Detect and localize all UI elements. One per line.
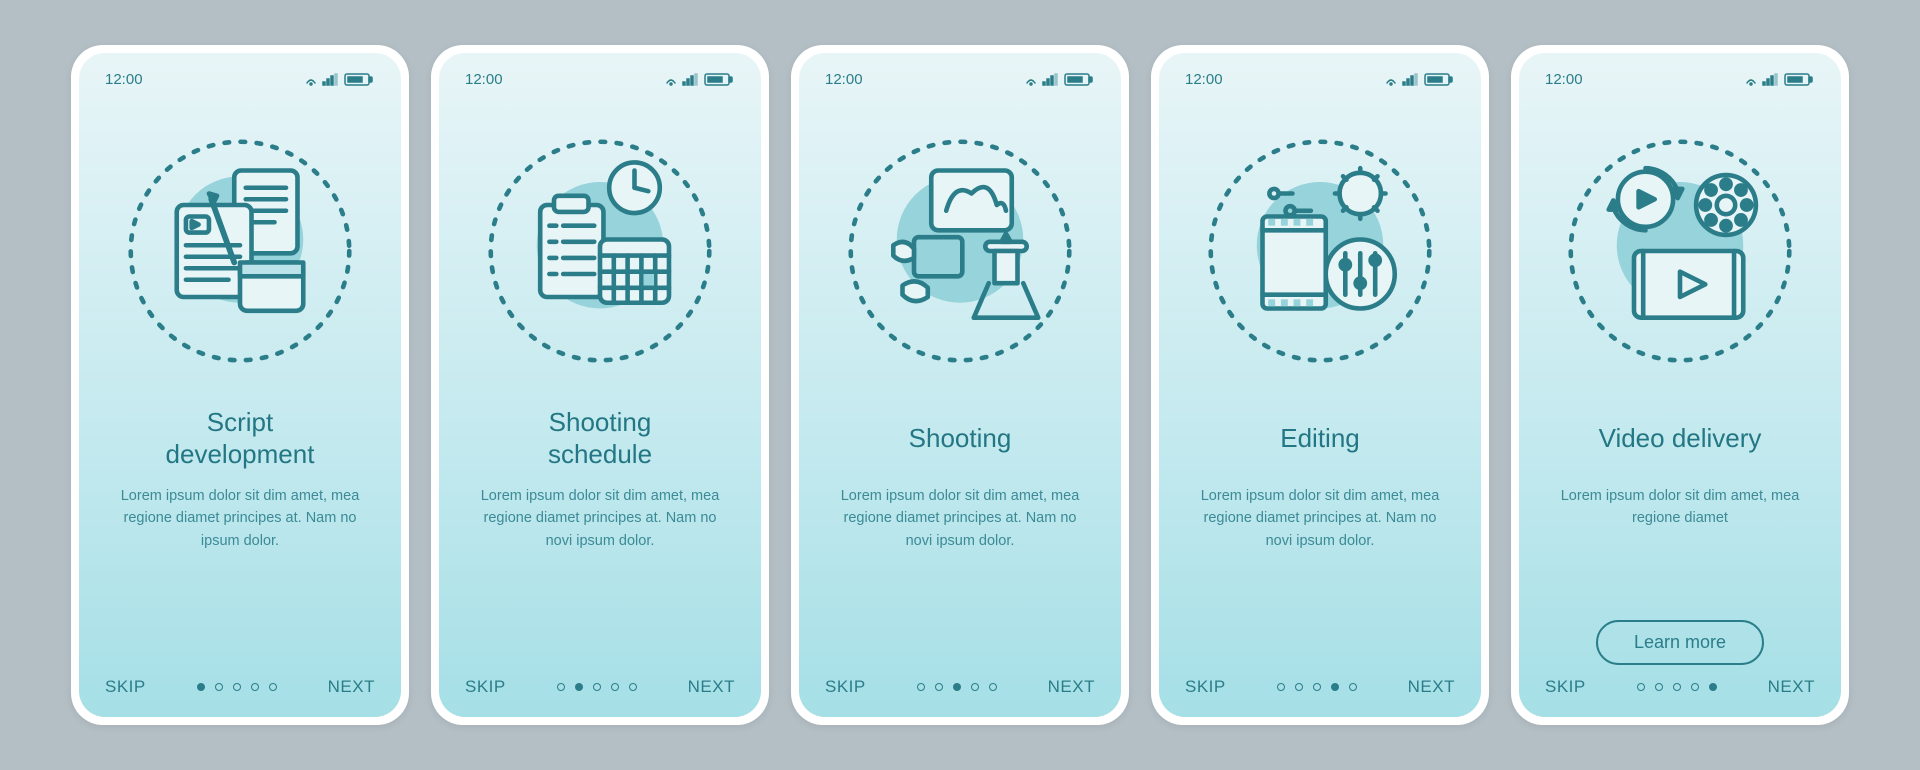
page-dot[interactable] [1673,683,1681,691]
next-button[interactable]: NEXT [328,677,375,697]
schedule-icon [465,121,735,381]
next-button[interactable]: NEXT [1408,677,1455,697]
next-button[interactable]: NEXT [688,677,735,697]
page-dot[interactable] [1313,683,1321,691]
page-dot[interactable] [215,683,223,691]
skip-button[interactable]: SKIP [105,677,146,697]
page-dot[interactable] [1655,683,1663,691]
next-button[interactable]: NEXT [1048,677,1095,697]
page-indicator [1277,683,1357,691]
onboarding-screen: 12:00 Shooting schedule Lorem ipsum dolo… [439,53,761,717]
page-dot[interactable] [1709,683,1717,691]
shooting-icon [825,121,1095,381]
screen-description: Lorem ipsum dolor sit dim amet, mea regi… [825,485,1095,665]
page-indicator [557,683,637,691]
phone-mockup: 12:00 Script development Lorem ipsum dol… [71,45,409,725]
screen-description: Lorem ipsum dolor sit dim amet, mea regi… [1545,485,1815,608]
editing-icon [1185,121,1455,381]
onboarding-footer: SKIP NEXT [105,665,375,697]
status-icons [1385,71,1455,87]
screen-title: Shooting schedule [465,405,735,471]
phone-mockup: 12:00 Editing Lorem ipsum dolor sit dim … [1151,45,1489,725]
page-dot[interactable] [251,683,259,691]
page-dot[interactable] [575,683,583,691]
page-indicator [197,683,277,691]
onboarding-screen: 12:00 Script development Lorem ipsum dol… [79,53,401,717]
skip-button[interactable]: SKIP [465,677,506,697]
screen-description: Lorem ipsum dolor sit dim amet, mea regi… [1185,485,1455,665]
screen-description: Lorem ipsum dolor sit dim amet, mea regi… [465,485,735,665]
page-dot[interactable] [611,683,619,691]
delivery-icon [1545,121,1815,381]
script-icon [105,121,375,381]
page-indicator [1637,683,1717,691]
page-dot[interactable] [629,683,637,691]
page-dot[interactable] [989,683,997,691]
page-dot[interactable] [557,683,565,691]
phone-mockup: 12:00 Shooting schedule Lorem ipsum dolo… [431,45,769,725]
page-dot[interactable] [1691,683,1699,691]
onboarding-footer: SKIP NEXT [825,665,1095,697]
onboarding-screen: 12:00 Editing Lorem ipsum dolor sit dim … [1159,53,1481,717]
page-dot[interactable] [197,683,205,691]
page-dot[interactable] [935,683,943,691]
page-dot[interactable] [1331,683,1339,691]
onboarding-screen: 12:00 Video delivery Lorem ipsum dolor s… [1519,53,1841,717]
status-icons [1025,71,1095,87]
status-time: 12:00 [1185,71,1223,88]
status-icons [665,71,735,87]
page-dot[interactable] [917,683,925,691]
page-dot[interactable] [233,683,241,691]
status-time: 12:00 [105,71,143,88]
status-time: 12:00 [1545,71,1583,88]
page-dot[interactable] [953,683,961,691]
skip-button[interactable]: SKIP [825,677,866,697]
page-dot[interactable] [593,683,601,691]
onboarding-footer: SKIP NEXT [465,665,735,697]
page-dot[interactable] [1277,683,1285,691]
page-dot[interactable] [971,683,979,691]
onboarding-footer: SKIP NEXT [1545,665,1815,697]
status-bar: 12:00 [105,67,375,91]
status-time: 12:00 [465,71,503,88]
screen-description: Lorem ipsum dolor sit dim amet, mea regi… [105,485,375,665]
page-dot[interactable] [269,683,277,691]
next-button[interactable]: NEXT [1768,677,1815,697]
skip-button[interactable]: SKIP [1185,677,1226,697]
phone-mockup: 12:00 Video delivery Lorem ipsum dolor s… [1511,45,1849,725]
status-bar: 12:00 [1545,67,1815,91]
onboarding-screen: 12:00 Shooting Lorem ipsum dolor sit dim… [799,53,1121,717]
status-icons [305,71,375,87]
status-bar: 12:00 [465,67,735,91]
screen-title: Shooting [825,405,1095,471]
page-dot[interactable] [1295,683,1303,691]
status-bar: 12:00 [1185,67,1455,91]
learn-more-button[interactable]: Learn more [1596,620,1764,665]
status-icons [1745,71,1815,87]
onboarding-footer: SKIP NEXT [1185,665,1455,697]
phone-mockup: 12:00 Shooting Lorem ipsum dolor sit dim… [791,45,1129,725]
page-dot[interactable] [1637,683,1645,691]
screen-title: Script development [105,405,375,471]
status-time: 12:00 [825,71,863,88]
screen-title: Video delivery [1545,405,1815,471]
skip-button[interactable]: SKIP [1545,677,1586,697]
page-indicator [917,683,997,691]
screen-title: Editing [1185,405,1455,471]
status-bar: 12:00 [825,67,1095,91]
page-dot[interactable] [1349,683,1357,691]
